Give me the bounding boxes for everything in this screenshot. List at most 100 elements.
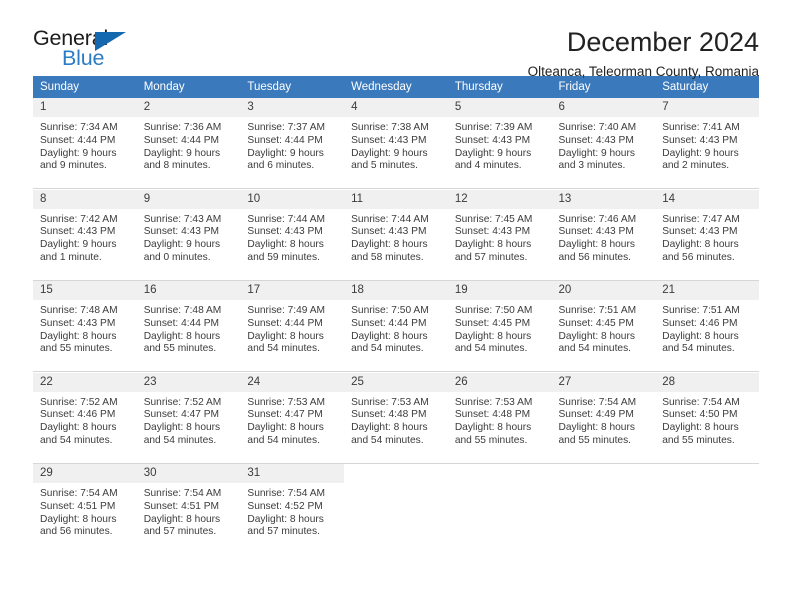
day-cell-inner: 13 Sunrise: 7:46 AM Sunset: 4:43 PM Dayligh… — [551, 189, 656, 280]
day-cell[interactable]: 26 Sunrise: 7:53 AM Sunset: 4:48 PM Dayligh… — [447, 372, 552, 464]
day-cell-empty — [447, 464, 552, 554]
day-cell-inner — [551, 464, 656, 554]
day-details: Sunrise: 7:48 AM Sunset: 4:44 PM Daylight:… — [137, 300, 241, 356]
day-cell-inner: 31 Sunrise: 7:54 AM Sunset: 4:52 PM Dayligh… — [240, 464, 345, 554]
daylight-text-line1: Daylight: 8 hours — [247, 330, 324, 342]
day-number: 11 — [344, 189, 448, 209]
day-number: 29 — [33, 464, 137, 483]
day-cell[interactable]: 24 Sunrise: 7:53 AM Sunset: 4:47 PM Dayligh… — [240, 372, 345, 464]
day-number: 10 — [240, 189, 345, 209]
weekday-header-tuesday: Tuesday — [240, 76, 345, 98]
day-cell[interactable]: 17 Sunrise: 7:49 AM Sunset: 4:44 PM Dayligh… — [240, 281, 345, 372]
day-cell[interactable]: 20 Sunrise: 7:51 AM Sunset: 4:45 PM Dayligh… — [551, 281, 656, 372]
sunset-text: Sunset: 4:44 PM — [143, 134, 220, 146]
daylight-text-line2: and 54 minutes. — [351, 343, 424, 355]
daylight-text-line1: Daylight: 8 hours — [558, 422, 635, 434]
day-details: Sunrise: 7:47 AM Sunset: 4:43 PM Daylight:… — [655, 209, 759, 265]
day-cell[interactable]: 25 Sunrise: 7:53 AM Sunset: 4:48 PM Dayligh… — [344, 372, 448, 464]
sunset-text: Sunset: 4:48 PM — [454, 409, 531, 421]
day-cell[interactable]: 14 Sunrise: 7:47 AM Sunset: 4:43 PM Dayligh… — [655, 189, 759, 281]
calendar-week-row: 8 Sunrise: 7:42 AM Sunset: 4:43 PM Daylight… — [33, 189, 759, 281]
daylight-text-line1: Daylight: 8 hours — [662, 422, 739, 434]
daylight-text-line1: Daylight: 8 hours — [558, 239, 635, 251]
daylight-text-line2: and 56 minutes. — [40, 526, 113, 538]
daylight-text-line2: and 56 minutes. — [558, 251, 632, 263]
sunset-text: Sunset: 4:44 PM — [247, 134, 323, 146]
day-cell[interactable]: 21 Sunrise: 7:51 AM Sunset: 4:46 PM Dayligh… — [655, 281, 759, 372]
day-cell[interactable]: 7 Sunrise: 7:41 AM Sunset: 4:43 PM Daylight… — [655, 98, 759, 189]
day-cell[interactable]: 2 Sunrise: 7:36 AM Sunset: 4:44 PM Daylight… — [136, 98, 241, 189]
sunrise-text: Sunrise: 7:49 AM — [247, 305, 325, 316]
day-cell-inner: 6 Sunrise: 7:40 AM Sunset: 4:43 PM Daylight… — [551, 98, 656, 188]
day-cell[interactable]: 10 Sunrise: 7:44 AM Sunset: 4:43 PM Dayligh… — [240, 189, 345, 281]
sunset-text: Sunset: 4:48 PM — [351, 409, 427, 421]
day-cell-inner: 28 Sunrise: 7:54 AM Sunset: 4:50 PM Dayligh… — [655, 372, 759, 463]
day-cell[interactable]: 6 Sunrise: 7:40 AM Sunset: 4:43 PM Daylight… — [551, 98, 656, 189]
day-cell-inner: 30 Sunrise: 7:54 AM Sunset: 4:51 PM Dayligh… — [136, 464, 241, 554]
day-cell-empty — [655, 464, 759, 554]
day-details: Sunrise: 7:50 AM Sunset: 4:44 PM Daylight:… — [344, 300, 448, 356]
day-cell[interactable]: 16 Sunrise: 7:48 AM Sunset: 4:44 PM Dayligh… — [136, 281, 241, 372]
weekday-header-saturday: Saturday — [655, 76, 759, 98]
day-details: Sunrise: 7:40 AM Sunset: 4:43 PM Daylight:… — [552, 117, 656, 173]
daylight-text-line1: Daylight: 8 hours — [40, 330, 117, 342]
logo-text-blue: Blue — [62, 46, 105, 70]
day-cell[interactable]: 30 Sunrise: 7:54 AM Sunset: 4:51 PM Dayligh… — [136, 464, 241, 554]
day-cell-inner: 29 Sunrise: 7:54 AM Sunset: 4:51 PM Dayligh… — [33, 464, 137, 554]
day-details: Sunrise: 7:53 AM Sunset: 4:48 PM Daylight:… — [448, 392, 552, 448]
general-blue-logo[interactable]: General Blue — [33, 27, 153, 74]
day-details: Sunrise: 7:34 AM Sunset: 4:44 PM Daylight:… — [33, 117, 137, 173]
day-cell[interactable]: 13 Sunrise: 7:46 AM Sunset: 4:43 PM Dayligh… — [551, 189, 656, 281]
day-number: 30 — [136, 464, 241, 483]
day-cell[interactable]: 15 Sunrise: 7:48 AM Sunset: 4:43 PM Dayligh… — [33, 281, 137, 372]
day-cell[interactable]: 12 Sunrise: 7:45 AM Sunset: 4:43 PM Dayligh… — [447, 189, 552, 281]
sunset-text: Sunset: 4:43 PM — [662, 226, 738, 238]
sunrise-text: Sunrise: 7:34 AM — [40, 122, 118, 133]
day-cell[interactable]: 11 Sunrise: 7:44 AM Sunset: 4:43 PM Dayligh… — [344, 189, 448, 281]
day-cell[interactable]: 18 Sunrise: 7:50 AM Sunset: 4:44 PM Dayligh… — [344, 281, 448, 372]
day-cell[interactable]: 8 Sunrise: 7:42 AM Sunset: 4:43 PM Daylight… — [33, 189, 137, 281]
sunrise-text: Sunrise: 7:54 AM — [247, 488, 325, 499]
sunrise-text: Sunrise: 7:43 AM — [143, 213, 222, 225]
day-number: 19 — [447, 281, 552, 300]
daylight-text-line2: and 55 minutes. — [558, 434, 632, 446]
day-cell[interactable]: 31 Sunrise: 7:54 AM Sunset: 4:52 PM Dayligh… — [240, 464, 345, 554]
day-number: 31 — [240, 464, 345, 483]
day-cell[interactable]: 1 Sunrise: 7:34 AM Sunset: 4:44 PM Daylight… — [33, 98, 137, 189]
sunset-text: Sunset: 4:44 PM — [351, 317, 427, 329]
daylight-text-line1: Daylight: 8 hours — [247, 422, 324, 434]
day-number: 27 — [551, 372, 656, 392]
weekday-header-monday: Monday — [136, 76, 241, 98]
day-cell[interactable]: 19 Sunrise: 7:50 AM Sunset: 4:45 PM Dayligh… — [447, 281, 552, 372]
day-number — [655, 464, 759, 483]
day-cell-inner: 25 Sunrise: 7:53 AM Sunset: 4:48 PM Dayligh… — [344, 372, 448, 463]
sunset-text: Sunset: 4:47 PM — [143, 409, 220, 421]
calendar-week-row: 29 Sunrise: 7:54 AM Sunset: 4:51 PM Dayligh… — [33, 464, 759, 554]
daylight-text-line2: and 55 minutes. — [143, 343, 217, 355]
day-cell[interactable]: 29 Sunrise: 7:54 AM Sunset: 4:51 PM Dayligh… — [33, 464, 137, 554]
day-cell[interactable]: 22 Sunrise: 7:52 AM Sunset: 4:46 PM Dayligh… — [33, 372, 137, 464]
day-number — [344, 464, 448, 483]
daylight-text-line1: Daylight: 9 hours — [662, 147, 739, 159]
day-cell[interactable]: 9 Sunrise: 7:43 AM Sunset: 4:43 PM Daylight… — [136, 189, 241, 281]
daylight-text-line1: Daylight: 8 hours — [454, 330, 532, 342]
daylight-text-line2: and 59 minutes. — [247, 251, 320, 263]
day-number: 25 — [344, 372, 448, 392]
day-cell[interactable]: 23 Sunrise: 7:52 AM Sunset: 4:47 PM Dayligh… — [136, 372, 241, 464]
daylight-text-line2: and 54 minutes. — [351, 434, 424, 446]
day-cell-inner: 20 Sunrise: 7:51 AM Sunset: 4:45 PM Dayligh… — [551, 281, 656, 371]
daylight-text-line2: and 4 minutes. — [454, 160, 522, 172]
day-details: Sunrise: 7:39 AM Sunset: 4:43 PM Daylight:… — [448, 117, 552, 173]
day-cell[interactable]: 4 Sunrise: 7:38 AM Sunset: 4:43 PM Daylight… — [344, 98, 448, 189]
day-cell-empty — [344, 464, 448, 554]
day-cell[interactable]: 27 Sunrise: 7:54 AM Sunset: 4:49 PM Dayligh… — [551, 372, 656, 464]
sunrise-text: Sunrise: 7:54 AM — [40, 488, 118, 499]
day-cell[interactable]: 5 Sunrise: 7:39 AM Sunset: 4:43 PM Daylight… — [447, 98, 552, 189]
sunset-text: Sunset: 4:43 PM — [40, 226, 116, 238]
sunrise-text: Sunrise: 7:39 AM — [454, 122, 533, 133]
day-cell[interactable]: 28 Sunrise: 7:54 AM Sunset: 4:50 PM Dayligh… — [655, 372, 759, 464]
day-cell-inner: 8 Sunrise: 7:42 AM Sunset: 4:43 PM Daylight… — [33, 189, 137, 280]
day-cell[interactable]: 3 Sunrise: 7:37 AM Sunset: 4:44 PM Daylight… — [240, 98, 345, 189]
day-number: 22 — [33, 372, 137, 392]
daylight-text-line1: Daylight: 9 hours — [351, 147, 428, 159]
